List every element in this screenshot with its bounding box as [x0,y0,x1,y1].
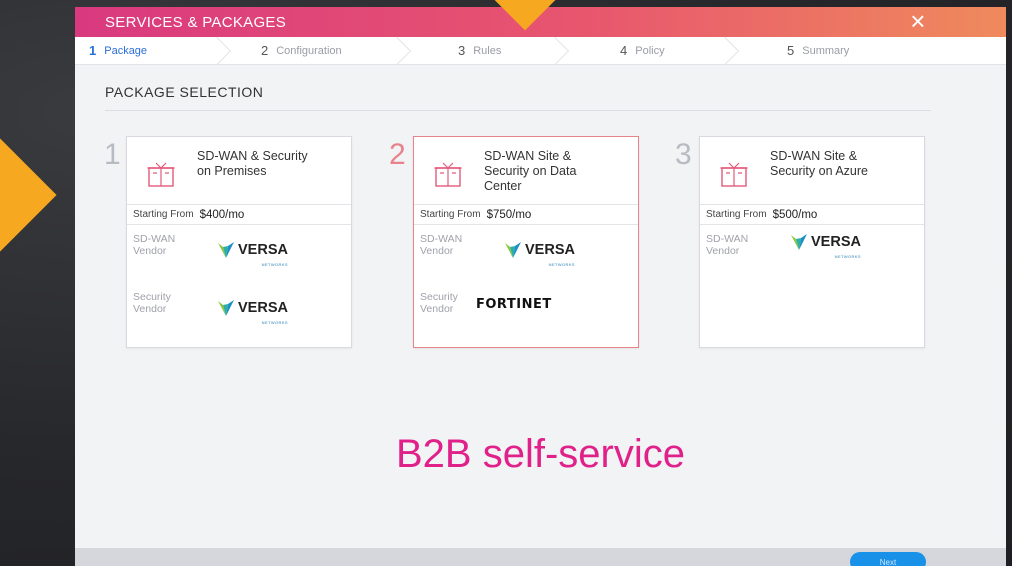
versa-logo-icon [218,242,234,258]
sdwan-vendor-row: SD-WAN Vendor VERSA NETWORKS [127,225,351,283]
price-label: Starting From [133,209,194,220]
sdwan-vendor-row: SD-WAN Vendor VERSA NETWORKS [700,225,924,283]
vendor-label: SD-WAN Vendor [133,233,176,257]
step-rules[interactable]: 3 Rules [458,37,501,65]
chevron-right-icon [202,36,232,66]
price-row: Starting From $400/mo [127,205,351,225]
versa-logo: VERSA NETWORKS [217,241,288,267]
overlay-caption: B2B self-service [396,432,685,476]
step-summary[interactable]: 5 Summary [787,37,849,65]
package-card-data-center[interactable]: SD-WAN Site & Security on Data Center St… [413,136,639,348]
security-vendor-row: Security Vendor VERSA NETWORKS [127,283,351,341]
vendor-subtitle: NETWORKS [261,262,288,267]
step-number: 5 [787,43,795,58]
vendor-label: SD-WAN Vendor [706,233,749,257]
package-card-azure[interactable]: SD-WAN Site & Security on Azure Starting… [699,136,925,348]
box-icon [720,162,748,187]
vendor-name: VERSA [525,242,575,258]
close-icon[interactable]: × [906,7,930,37]
step-label: Configuration [276,44,342,57]
pointer-arrow-left-bar [0,156,14,238]
package-index: 3 [675,138,692,171]
step-package[interactable]: 1 Package [89,37,147,65]
window-title: SERVICES & PACKAGES [105,13,287,31]
vendor-subtitle: NETWORKS [834,254,861,259]
card-header: SD-WAN Site & Security on Azure [700,137,924,205]
versa-logo: VERSA NETWORKS [790,233,861,259]
chevron-right-icon [382,36,412,66]
step-configuration[interactable]: 2 Configuration [261,37,342,65]
step-policy[interactable]: 4 Policy [620,37,665,65]
vendor-name: VERSA [811,234,861,250]
vendor-name: VERSA [238,242,288,258]
section-divider [105,110,931,111]
step-number: 3 [458,43,466,58]
price-label: Starting From [420,209,481,220]
box-icon [434,162,462,187]
package-name: SD-WAN Site & Security on Azure [770,149,868,178]
wizard-steps: 1 Package 2 Configuration 3 Rules 4 Poli… [75,36,1006,66]
package-card-premises[interactable]: SD-WAN & Security on Premises Starting F… [126,136,352,348]
box-icon [147,162,175,187]
price-value: $400/mo [199,208,245,221]
step-number: 1 [89,43,97,58]
sdwan-vendor-row: SD-WAN Vendor VERSA NETWORKS [414,225,638,283]
package-index: 1 [104,138,121,171]
price-label: Starting From [706,209,767,220]
step-number: 4 [620,43,628,58]
package-name: SD-WAN Site & Security on Data Center [484,149,577,193]
card-header: SD-WAN Site & Security on Data Center [414,137,638,205]
price-value: $750/mo [486,208,532,221]
versa-logo-icon [218,300,234,316]
fortinet-logo: FORTINET [476,297,552,312]
price-value: $500/mo [772,208,818,221]
package-index: 2 [389,138,406,171]
versa-logo: VERSA NETWORKS [217,299,288,325]
step-label: Summary [802,44,850,57]
vendor-label: SD-WAN Vendor [420,233,463,257]
next-button[interactable]: Next [850,552,926,566]
step-number: 2 [261,43,269,58]
vendor-subtitle: NETWORKS [261,320,288,325]
services-packages-window: SERVICES & PACKAGES × 1 Package 2 Config… [75,7,1006,566]
vendor-subtitle: NETWORKS [548,262,575,267]
versa-logo: VERSA NETWORKS [504,241,575,267]
package-name: SD-WAN & Security on Premises [197,149,308,178]
chevron-right-icon [540,36,570,66]
versa-logo-icon [791,234,807,250]
section-title: PACKAGE SELECTION [105,84,264,100]
security-vendor-row: Security Vendor FORTINET [414,283,638,341]
vendor-label: Security Vendor [420,291,458,315]
versa-logo-icon [505,242,521,258]
step-label: Rules [473,44,502,57]
vendor-name: VERSA [238,300,288,316]
chevron-right-icon [710,36,740,66]
price-row: Starting From $500/mo [700,205,924,225]
price-row: Starting From $750/mo [414,205,638,225]
vendor-label: Security Vendor [133,291,171,315]
card-header: SD-WAN & Security on Premises [127,137,351,205]
step-label: Policy [635,44,665,57]
footer-bar: Next [75,548,1006,566]
step-label: Package [104,44,148,57]
